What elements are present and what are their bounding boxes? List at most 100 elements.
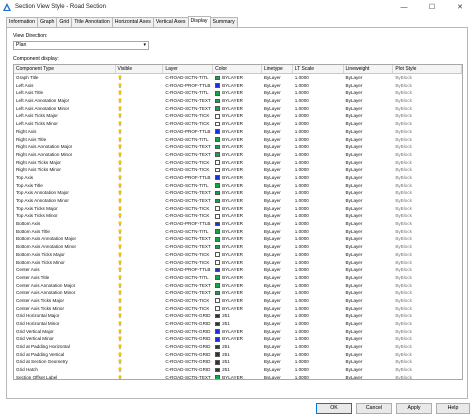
minimize-button[interactable]: — bbox=[390, 0, 418, 14]
lt-scale-cell[interactable]: 1.0000 bbox=[293, 235, 344, 243]
color-cell[interactable]: BYLAYER bbox=[213, 128, 262, 136]
linetype-cell[interactable]: ByLayer bbox=[262, 305, 293, 313]
table-row[interactable]: Left Axis Annotation Major C-ROAD-SCTN-TE… bbox=[14, 97, 462, 105]
linetype-cell[interactable]: ByLayer bbox=[262, 328, 293, 336]
lt-scale-cell[interactable]: 1.0000 bbox=[293, 297, 344, 305]
visible-cell[interactable] bbox=[116, 274, 164, 282]
tab-display[interactable]: Display bbox=[187, 16, 211, 27]
lt-scale-cell[interactable]: 1.0000 bbox=[293, 374, 344, 379]
lt-scale-cell[interactable]: 1.0000 bbox=[293, 105, 344, 113]
linetype-cell[interactable]: ByLayer bbox=[262, 182, 293, 190]
lightbulb-icon[interactable] bbox=[117, 113, 122, 119]
lightbulb-icon[interactable] bbox=[117, 259, 122, 265]
visible-cell[interactable] bbox=[116, 212, 164, 220]
layer-cell[interactable]: C-ROAD-SCTN-TITL bbox=[163, 274, 213, 282]
visible-cell[interactable] bbox=[116, 89, 164, 97]
table-row[interactable]: Top Axis Ticks Major C-ROAD-SCTN-TICK BYLA… bbox=[14, 205, 462, 213]
linetype-cell[interactable]: ByLayer bbox=[262, 351, 293, 359]
layer-cell[interactable]: C-ROAD-SCTN-TICK bbox=[163, 112, 213, 120]
visible-cell[interactable] bbox=[116, 74, 164, 82]
color-cell[interactable]: BYLAYER bbox=[213, 282, 262, 290]
color-cell[interactable]: BYLAYER bbox=[213, 274, 262, 282]
lineweight-cell[interactable]: ByLayer bbox=[344, 297, 394, 305]
lt-scale-cell[interactable]: 1.0000 bbox=[293, 243, 344, 251]
tab-horizontal-axes[interactable]: Horizontal Axes bbox=[111, 17, 154, 27]
table-row[interactable]: Center Axis Ticks Minor C-ROAD-SCTN-TICK B… bbox=[14, 305, 462, 313]
table-row[interactable]: Left Axis Ticks Major C-ROAD-SCTN-TICK BYL… bbox=[14, 112, 462, 120]
visible-cell[interactable] bbox=[116, 328, 164, 336]
tab-information[interactable]: Information bbox=[6, 17, 38, 27]
lt-scale-cell[interactable]: 1.0000 bbox=[293, 266, 344, 274]
linetype-cell[interactable]: ByLayer bbox=[262, 320, 293, 328]
table-row[interactable]: Left Axis Annotation Minor C-ROAD-SCTN-TE… bbox=[14, 105, 462, 113]
lineweight-cell[interactable]: ByLayer bbox=[344, 266, 394, 274]
lt-scale-cell[interactable]: 1.0000 bbox=[293, 351, 344, 359]
table-row[interactable]: Grid Horizontal Major C-ROAD-SCTN-GRID 251… bbox=[14, 312, 462, 320]
table-row[interactable]: Right Axis Title C-ROAD-SCTN-TITL BYLAYER B… bbox=[14, 136, 462, 144]
visible-cell[interactable] bbox=[116, 374, 164, 379]
lt-scale-cell[interactable]: 1.0000 bbox=[293, 366, 344, 374]
table-row[interactable]: Graph Title C-ROAD-SCTN-TITL BYLAYER ByLaye… bbox=[14, 74, 462, 82]
lineweight-cell[interactable]: ByLayer bbox=[344, 174, 394, 182]
tab-title-annotation[interactable]: Title Annotation bbox=[71, 17, 113, 27]
table-row[interactable]: Grid Vertical Major C-ROAD-SCTN-GRID BYLAY… bbox=[14, 328, 462, 336]
table-row[interactable]: Grid at Section Geometry C-ROAD-SCTN-GRID… bbox=[14, 358, 462, 366]
linetype-cell[interactable]: ByLayer bbox=[262, 74, 293, 82]
linetype-cell[interactable]: ByLayer bbox=[262, 266, 293, 274]
color-cell[interactable]: BYLAYER bbox=[213, 143, 262, 151]
lt-scale-cell[interactable]: 1.0000 bbox=[293, 335, 344, 343]
lightbulb-icon[interactable] bbox=[117, 305, 122, 311]
lt-scale-cell[interactable]: 1.0000 bbox=[293, 212, 344, 220]
lineweight-cell[interactable]: ByLayer bbox=[344, 251, 394, 259]
color-cell[interactable]: BYLAYER bbox=[213, 74, 262, 82]
visible-cell[interactable] bbox=[116, 120, 164, 128]
linetype-cell[interactable]: ByLayer bbox=[262, 82, 293, 90]
visible-cell[interactable] bbox=[116, 151, 164, 159]
color-cell[interactable]: 251 bbox=[213, 366, 262, 374]
view-direction-select[interactable]: Plan ▾ bbox=[13, 41, 149, 50]
linetype-cell[interactable]: ByLayer bbox=[262, 159, 293, 167]
lineweight-cell[interactable]: ByLayer bbox=[344, 259, 394, 267]
layer-cell[interactable]: C-ROAD-SCTN-TEXT bbox=[163, 282, 213, 290]
lightbulb-icon[interactable] bbox=[117, 328, 122, 334]
lineweight-cell[interactable]: ByLayer bbox=[344, 366, 394, 374]
visible-cell[interactable] bbox=[116, 143, 164, 151]
visible-cell[interactable] bbox=[116, 97, 164, 105]
lineweight-cell[interactable]: ByLayer bbox=[344, 274, 394, 282]
lightbulb-icon[interactable] bbox=[117, 290, 122, 295]
color-cell[interactable]: 251 bbox=[213, 320, 262, 328]
layer-cell[interactable]: C-ROAD-SCTN-GRID bbox=[163, 351, 213, 359]
lt-scale-cell[interactable]: 1.0000 bbox=[293, 174, 344, 182]
header-lt-scale[interactable]: LT Scale bbox=[293, 65, 344, 73]
tab-summary[interactable]: Summary bbox=[209, 17, 238, 27]
visible-cell[interactable] bbox=[116, 159, 164, 167]
lightbulb-icon[interactable] bbox=[117, 321, 122, 326]
lt-scale-cell[interactable]: 1.0000 bbox=[293, 220, 344, 228]
lt-scale-cell[interactable]: 1.0000 bbox=[293, 343, 344, 351]
lt-scale-cell[interactable]: 1.0000 bbox=[293, 328, 344, 336]
table-row[interactable]: Grid Horizontal Minor C-ROAD-SCTN-GRID 251… bbox=[14, 320, 462, 328]
lineweight-cell[interactable]: ByLayer bbox=[344, 220, 394, 228]
header-component-type[interactable]: Component Type bbox=[14, 65, 116, 73]
layer-cell[interactable]: C-ROAD-PROF-TTLB bbox=[163, 82, 213, 90]
linetype-cell[interactable]: ByLayer bbox=[262, 189, 293, 197]
help-button[interactable]: Help bbox=[436, 403, 470, 414]
layer-cell[interactable]: C-ROAD-SCTN-GRID bbox=[163, 358, 213, 366]
visible-cell[interactable] bbox=[116, 243, 164, 251]
table-row[interactable]: Right Axis Annotation Major C-ROAD-SCTN-T… bbox=[14, 143, 462, 151]
layer-cell[interactable]: C-ROAD-SCTN-TITL bbox=[163, 89, 213, 97]
table-row[interactable]: Center Axis Ticks Major C-ROAD-SCTN-TICK B… bbox=[14, 297, 462, 305]
layer-cell[interactable]: C-ROAD-SCTN-TEXT bbox=[163, 243, 213, 251]
lightbulb-icon[interactable] bbox=[117, 275, 122, 280]
table-row[interactable]: Left Axis Title C-ROAD-SCTN-TITL BYLAYER By… bbox=[14, 89, 462, 97]
lineweight-cell[interactable]: ByLayer bbox=[344, 335, 394, 343]
lineweight-cell[interactable]: ByLayer bbox=[344, 143, 394, 151]
linetype-cell[interactable]: ByLayer bbox=[262, 259, 293, 267]
visible-cell[interactable] bbox=[116, 220, 164, 228]
color-cell[interactable]: BYLAYER bbox=[213, 228, 262, 236]
lightbulb-icon[interactable] bbox=[117, 144, 122, 149]
linetype-cell[interactable]: ByLayer bbox=[262, 289, 293, 297]
layer-cell[interactable]: C-ROAD-SCTN-TICK bbox=[163, 297, 213, 305]
lightbulb-icon[interactable] bbox=[117, 105, 122, 111]
visible-cell[interactable] bbox=[116, 182, 164, 190]
